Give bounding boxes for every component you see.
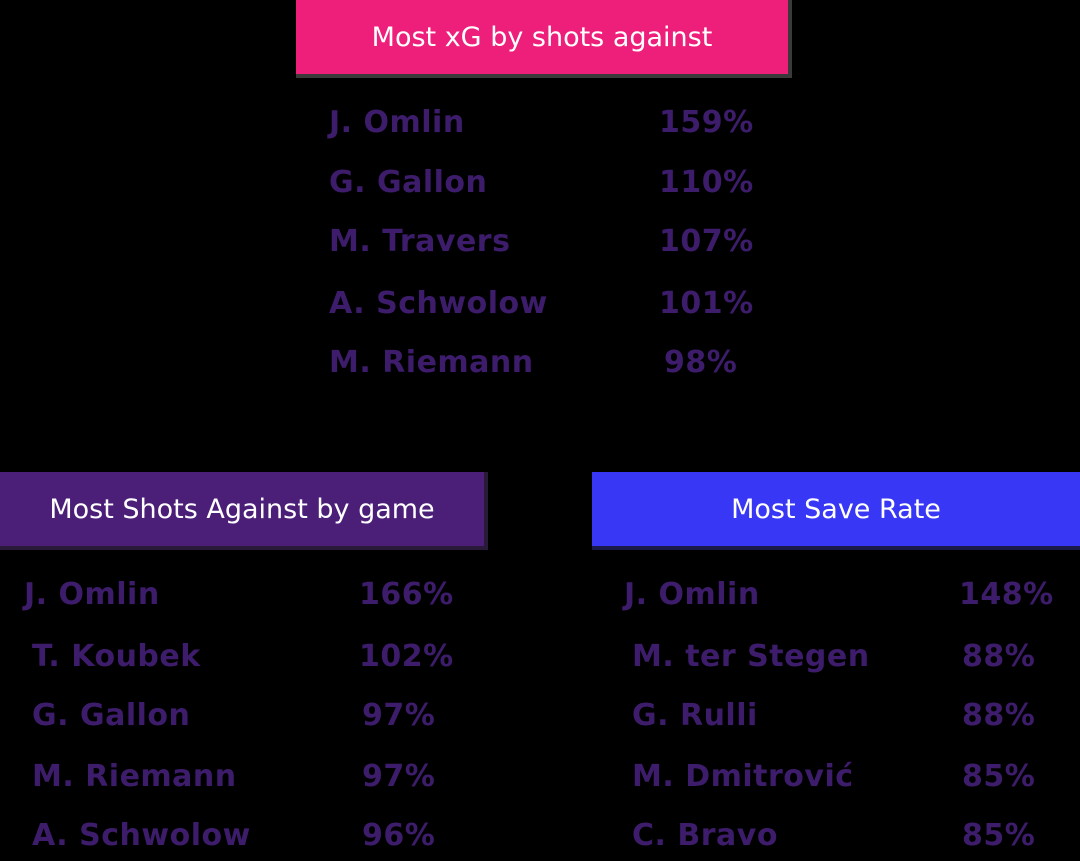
right-row-4-name: M. Dmitrović — [632, 759, 854, 794]
left-section-header: Most Shots Against by game — [0, 472, 488, 550]
top-row-4-name: A. Schwolow — [329, 286, 548, 321]
top-section-title: Most xG by shots against — [371, 21, 713, 53]
stats-board: Most xG by shots against J. Omlin 159% G… — [0, 0, 1080, 861]
left-row-3-value: 97% — [362, 698, 436, 733]
top-row-4-value: 101% — [659, 286, 754, 321]
top-row-5-name: M. Riemann — [329, 345, 534, 380]
top-row-1-name: J. Omlin — [329, 105, 465, 140]
right-section-title: Most Save Rate — [731, 493, 941, 525]
left-row-2-name: T. Koubek — [32, 639, 201, 674]
left-row-2-value: 102% — [359, 639, 454, 674]
top-section-header: Most xG by shots against — [296, 0, 792, 78]
right-row-5-name: C. Bravo — [632, 818, 778, 853]
left-row-1-value: 166% — [359, 577, 454, 612]
left-row-5-name: A. Schwolow — [32, 818, 251, 853]
left-row-3-name: G. Gallon — [32, 698, 191, 733]
left-section-title: Most Shots Against by game — [49, 493, 435, 525]
right-row-2-name: M. ter Stegen — [632, 639, 870, 674]
right-row-4-value: 85% — [962, 759, 1036, 794]
right-row-1-name: J. Omlin — [624, 577, 760, 612]
left-row-1-name: J. Omlin — [24, 577, 160, 612]
top-row-1-value: 159% — [659, 105, 754, 140]
left-row-5-value: 96% — [362, 818, 436, 853]
left-row-4-value: 97% — [362, 759, 436, 794]
top-row-2-value: 110% — [659, 165, 754, 200]
right-row-5-value: 85% — [962, 818, 1036, 853]
top-row-2-name: G. Gallon — [329, 165, 488, 200]
right-row-3-value: 88% — [962, 698, 1036, 733]
top-row-3-name: M. Travers — [329, 224, 511, 259]
top-row-3-value: 107% — [659, 224, 754, 259]
right-row-1-value: 148% — [959, 577, 1054, 612]
top-row-5-value: 98% — [664, 345, 738, 380]
right-section-header: Most Save Rate — [592, 472, 1080, 550]
right-row-2-value: 88% — [962, 639, 1036, 674]
right-row-3-name: G. Rulli — [632, 698, 758, 733]
left-row-4-name: M. Riemann — [32, 759, 237, 794]
